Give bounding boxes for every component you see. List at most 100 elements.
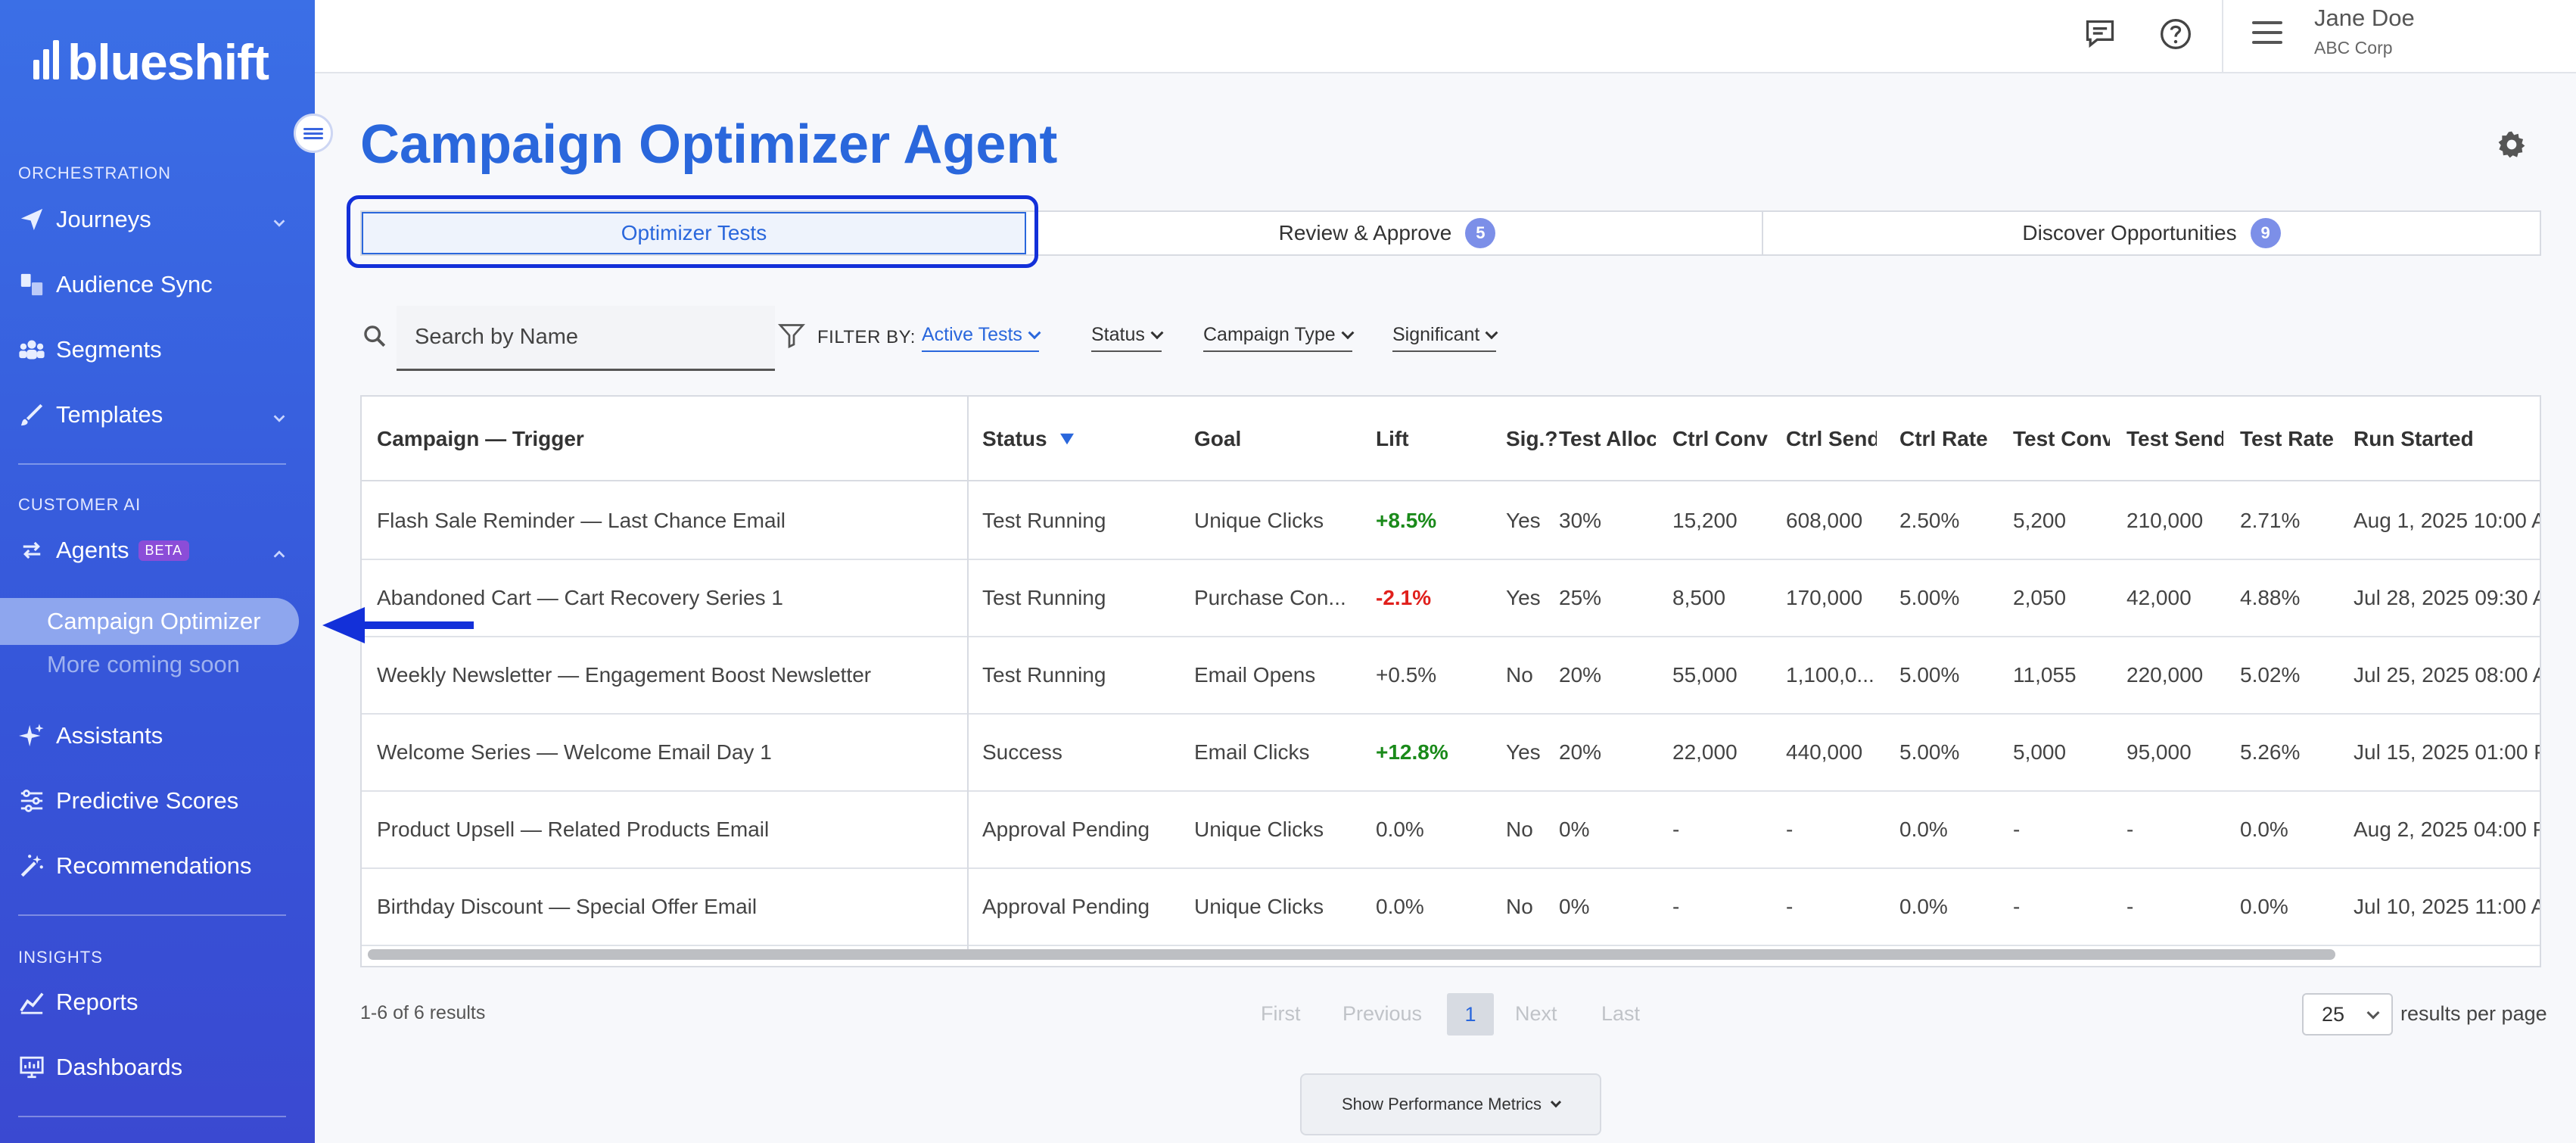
cell-status: Approval Pending (982, 818, 1150, 841)
cell-ctrl-sends: 170,000 (1786, 586, 1863, 609)
column-header-ctrl-rate[interactable]: Ctrl Rate (1899, 427, 1996, 451)
help-icon[interactable] (2157, 15, 2195, 53)
column-header-lift[interactable]: Lift (1376, 427, 1409, 451)
sidebar-divider (18, 1116, 286, 1117)
sidebar-item-label: Audience Sync (56, 271, 213, 297)
table-row[interactable]: Abandoned Cart — Cart Recovery Series 1T… (362, 560, 2540, 637)
section-orchestration: ORCHESTRATION (18, 164, 172, 182)
user-menu[interactable]: Jane Doe ABC Corp (2222, 0, 2576, 73)
cell-run-started: Jul 28, 2025 09:30 AM (2354, 586, 2540, 609)
tab-count-badge: 5 (1465, 218, 1496, 248)
magic-wand-icon (18, 852, 45, 880)
chevron-down-icon (1028, 326, 1041, 340)
sidebar-subitem-campaign-optimizer[interactable]: Campaign Optimizer (0, 598, 299, 645)
cell-lift: 0.0% (1376, 895, 1424, 918)
chevron-down-icon[interactable] (271, 406, 288, 433)
cell-run-started: Aug 2, 2025 04:00 PM (2354, 818, 2540, 841)
pagination-first[interactable]: First (1261, 1002, 1300, 1026)
tab-count-badge: 9 (2250, 218, 2281, 248)
sidebar-item-audience-sync[interactable]: Audience Sync (18, 262, 288, 307)
sidebar-item-templates[interactable]: Templates (18, 392, 288, 438)
column-header-test-send[interactable]: Test Send (2126, 427, 2223, 451)
people-icon (18, 336, 45, 363)
pagination-next[interactable]: Next (1515, 1002, 1557, 1026)
sidebar-item-journeys[interactable]: Journeys (18, 197, 288, 242)
column-header-test-alloc[interactable]: Test Alloc (1559, 427, 1656, 451)
paper-plane-icon (18, 206, 45, 233)
column-header-significant[interactable]: Sig.? (1506, 427, 1557, 451)
horizontal-scrollbar[interactable] (368, 949, 2335, 960)
table-row[interactable]: Birthday Discount — Special Offer Email A… (362, 869, 2540, 946)
cell-status: Success (982, 740, 1062, 764)
cell-test-send: 210,000 (2126, 509, 2204, 532)
hamburger-menu-icon[interactable] (2252, 21, 2282, 51)
chevron-down-icon (1550, 1097, 1562, 1108)
sidebar-item-agents[interactable]: Agents BETA (18, 528, 288, 573)
chevron-up-icon[interactable] (271, 541, 288, 568)
select-value: 25 (2322, 1002, 2345, 1026)
sidebar-item-reports[interactable]: Reports (18, 979, 288, 1025)
cell-test-alloc: 30% (1559, 509, 1602, 532)
sidebar-item-label: Dashboards (56, 1054, 183, 1080)
cell-significant: No (1506, 663, 1533, 687)
filter-significant-dropdown[interactable]: Significant (1392, 324, 1498, 352)
cell-ctrl-rate: 5.00% (1899, 740, 1960, 764)
cell-test-conv: 11,055 (2013, 663, 2077, 687)
column-separator (967, 397, 969, 949)
tab-review-approve[interactable]: Review & Approve 5 (1028, 212, 1747, 254)
pagination-previous[interactable]: Previous (1342, 1002, 1422, 1026)
search-input[interactable]: Search by Name (397, 306, 775, 371)
cell-test-alloc: 25% (1559, 586, 1602, 609)
filter-campaign-type-dropdown[interactable]: Campaign Type (1203, 324, 1355, 352)
results-per-page-label: results per page (2400, 1002, 2547, 1025)
table-header: Campaign — Trigger Status Goal Lift Sig.… (362, 397, 2540, 481)
filter-status-dropdown[interactable]: Status (1091, 324, 1164, 352)
cell-status: Test Running (982, 509, 1106, 532)
filter-active-tests-dropdown[interactable]: Active Tests (922, 324, 1041, 352)
sidebar-item-assistants[interactable]: Assistants (18, 713, 288, 758)
results-per-page-select[interactable]: 25 (2302, 993, 2393, 1036)
column-header-run-started[interactable]: Run Started (2354, 427, 2474, 451)
cell-test-alloc: 20% (1559, 740, 1602, 764)
cell-status: Approval Pending (982, 895, 1150, 918)
cell-status: Test Running (982, 586, 1106, 609)
column-header-status[interactable]: Status (982, 427, 1075, 451)
results-summary: 1-6 of 6 results (360, 1002, 486, 1023)
show-performance-metrics-button[interactable]: Show Performance Metrics (1300, 1073, 1601, 1135)
tab-discover-opportunities[interactable]: Discover Opportunities 9 (1763, 212, 2540, 254)
chevron-down-icon[interactable] (271, 210, 288, 238)
column-header-goal[interactable]: Goal (1194, 427, 1241, 451)
pagination-last[interactable]: Last (1601, 1002, 1640, 1026)
cell-goal: Unique Clicks (1194, 818, 1324, 841)
pagination-current-page[interactable]: 1 (1447, 993, 1494, 1036)
swap-arrows-icon (18, 537, 45, 564)
cell-ctrl-sends: 1,100,0... (1786, 663, 1874, 687)
brush-icon (18, 401, 45, 428)
sidebar-item-dashboards[interactable]: Dashboards (18, 1045, 288, 1090)
sidebar-item-label: Segments (56, 336, 162, 363)
cell-test-rate: 0.0% (2240, 818, 2288, 841)
column-header-test-rate[interactable]: Test Rate (2240, 427, 2337, 451)
column-header-test-conv[interactable]: Test Conv (2013, 427, 2110, 451)
gear-icon[interactable] (2497, 130, 2526, 163)
sidebar-collapse-button[interactable] (294, 114, 333, 153)
audience-sync-icon (18, 271, 45, 298)
chat-icon[interactable] (2081, 15, 2119, 53)
column-header-ctrl-sends[interactable]: Ctrl Sends (1786, 427, 1877, 451)
table-row[interactable]: Flash Sale Reminder — Last Chance Email T… (362, 483, 2540, 560)
column-header-campaign[interactable]: Campaign — Trigger (377, 427, 584, 451)
table-row[interactable]: Product Upsell — Related Products Email A… (362, 792, 2540, 869)
cell-campaign: Flash Sale Reminder — Last Chance Email (377, 509, 786, 532)
cell-test-rate: 4.88% (2240, 586, 2301, 609)
blueshift-logo[interactable]: blueshift (33, 33, 269, 91)
user-name: Jane Doe (2314, 5, 2415, 31)
dropdown-label: Status (1091, 324, 1145, 345)
table-row[interactable]: Welcome Series — Welcome Email Day 1 Succ… (362, 715, 2540, 792)
sidebar-divider (18, 463, 286, 465)
sidebar-item-segments[interactable]: Segments (18, 327, 288, 372)
sidebar-item-recommendations[interactable]: Recommendations (18, 843, 288, 889)
button-label: Show Performance Metrics (1341, 1095, 1542, 1113)
sidebar-item-predictive-scores[interactable]: Predictive Scores (18, 778, 288, 824)
table-row[interactable]: Weekly Newsletter — Engagement Boost New… (362, 637, 2540, 715)
column-header-ctrl-conv[interactable]: Ctrl Conv (1672, 427, 1769, 451)
